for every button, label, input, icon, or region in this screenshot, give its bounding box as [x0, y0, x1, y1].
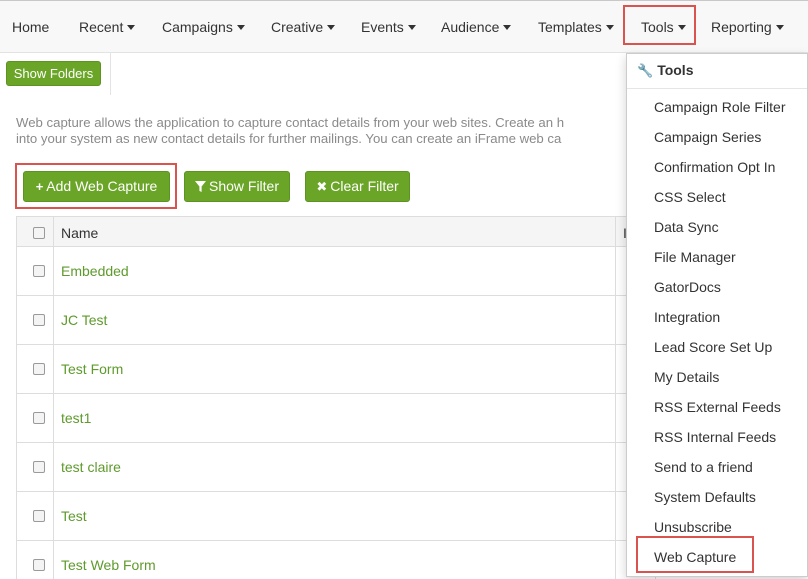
menu-item-rss-internal-feeds[interactable]: RSS Internal Feeds	[654, 429, 776, 445]
menu-item-system-defaults[interactable]: System Defaults	[654, 489, 756, 505]
table-row[interactable]: Test Form	[16, 345, 656, 394]
wrench-icon: 🔧	[637, 63, 654, 78]
menu-item-css-select[interactable]: CSS Select	[654, 189, 726, 205]
column-divider	[615, 247, 616, 296]
row-name-link[interactable]: Test Web Form	[61, 557, 156, 573]
row-checkbox[interactable]	[33, 559, 45, 571]
nav-reporting-label: Reporting	[711, 19, 772, 35]
row-name-link[interactable]: JC Test	[61, 312, 107, 328]
nav-campaigns[interactable]: Campaigns	[162, 2, 245, 52]
menu-item-campaign-role-filter[interactable]: Campaign Role Filter	[654, 99, 786, 115]
column-divider	[53, 394, 54, 443]
clear-filter-label: Clear Filter	[330, 178, 399, 194]
row-name-link[interactable]: test claire	[61, 459, 121, 475]
select-all-checkbox[interactable]	[33, 227, 45, 239]
column-divider	[53, 345, 54, 394]
table-row[interactable]: Embedded	[16, 247, 656, 296]
description-line-2: into your system as new contact details …	[16, 131, 562, 146]
row-checkbox[interactable]	[33, 412, 45, 424]
nav-home[interactable]: Home	[12, 2, 49, 52]
menu-item-campaign-series[interactable]: Campaign Series	[654, 129, 761, 145]
description-line-1: Web capture allows the application to ca…	[16, 115, 565, 130]
nav-templates[interactable]: Templates	[538, 2, 614, 52]
row-checkbox[interactable]	[33, 510, 45, 522]
show-filter-label: Show Filter	[208, 178, 280, 194]
menu-item-send-to-a-friend[interactable]: Send to a friend	[654, 459, 753, 475]
menu-item-data-sync[interactable]: Data Sync	[654, 219, 719, 235]
table-row[interactable]: Test	[16, 492, 656, 541]
column-header-name[interactable]: Name	[61, 225, 98, 241]
row-name-link[interactable]: Test Form	[61, 361, 123, 377]
row-name-link[interactable]: Test	[61, 508, 87, 524]
nav-creative-label: Creative	[271, 19, 324, 35]
column-divider	[53, 541, 54, 579]
row-checkbox[interactable]	[33, 265, 45, 277]
show-folders-button[interactable]: Show Folders	[6, 61, 101, 86]
column-divider	[53, 443, 54, 492]
nav-audience-label: Audience	[441, 19, 500, 35]
menu-item-integration[interactable]: Integration	[654, 309, 720, 325]
nav-templates-label: Templates	[538, 19, 602, 35]
column-divider	[53, 247, 54, 296]
caret-down-icon	[605, 24, 614, 30]
menu-item-rss-external-feeds[interactable]: RSS External Feeds	[654, 399, 781, 415]
row-checkbox[interactable]	[33, 363, 45, 375]
tools-highlight-box	[623, 5, 696, 45]
menu-item-confirmation-opt-in[interactable]: Confirmation Opt In	[654, 159, 775, 175]
nav-recent-label: Recent	[79, 19, 124, 35]
column-divider	[53, 492, 54, 541]
column-divider	[615, 217, 616, 248]
column-divider	[615, 394, 616, 443]
add-web-capture-highlight-box	[15, 163, 177, 209]
caret-down-icon	[775, 24, 784, 30]
column-divider	[53, 296, 54, 345]
nav-events-label: Events	[361, 19, 404, 35]
table-row[interactable]: JC Test	[16, 296, 656, 345]
show-filter-button[interactable]: Show Filter	[184, 171, 290, 202]
clear-filter-button[interactable]: ✖ Clear Filter	[305, 171, 410, 202]
column-divider	[615, 296, 616, 345]
row-name-link[interactable]: test1	[61, 410, 91, 426]
caret-down-icon	[236, 24, 245, 30]
column-divider	[615, 541, 616, 579]
column-divider	[53, 217, 54, 248]
menu-item-my-details[interactable]: My Details	[654, 369, 719, 385]
table-row[interactable]: test1	[16, 394, 656, 443]
column-divider	[615, 492, 616, 541]
dropdown-header: 🔧 Tools	[637, 62, 693, 79]
menu-item-gatordocs[interactable]: GatorDocs	[654, 279, 721, 295]
nav-audience[interactable]: Audience	[441, 2, 512, 52]
caret-down-icon	[407, 24, 416, 30]
caret-down-icon	[327, 24, 336, 30]
nav-home-label: Home	[12, 19, 50, 35]
dropdown-divider	[627, 88, 807, 89]
dropdown-title: Tools	[657, 62, 694, 78]
row-checkbox[interactable]	[33, 461, 45, 473]
nav-events[interactable]: Events	[361, 2, 416, 52]
row-checkbox[interactable]	[33, 314, 45, 326]
nav-campaigns-label: Campaigns	[162, 19, 233, 35]
menu-item-lead-score-set-up[interactable]: Lead Score Set Up	[654, 339, 772, 355]
folders-divider	[110, 53, 111, 95]
nav-reporting[interactable]: Reporting	[711, 2, 784, 52]
web-capture-highlight-box	[636, 536, 754, 573]
menu-item-file-manager[interactable]: File Manager	[654, 249, 736, 265]
menu-item-unsubscribe[interactable]: Unsubscribe	[654, 519, 732, 535]
table-row[interactable]: test claire	[16, 443, 656, 492]
table-row[interactable]: Test Web Form	[16, 541, 656, 579]
filter-icon	[194, 181, 206, 192]
column-divider	[615, 345, 616, 394]
column-divider	[615, 443, 616, 492]
nav-creative[interactable]: Creative	[271, 2, 336, 52]
caret-down-icon	[503, 24, 512, 30]
tools-dropdown-menu: 🔧 Tools Campaign Role Filter Campaign Ser…	[626, 53, 808, 577]
row-name-link[interactable]: Embedded	[61, 263, 129, 279]
nav-recent[interactable]: Recent	[79, 2, 136, 52]
caret-down-icon	[127, 24, 136, 30]
table-header: Name I	[16, 216, 656, 248]
close-icon: ✖	[316, 179, 328, 194]
